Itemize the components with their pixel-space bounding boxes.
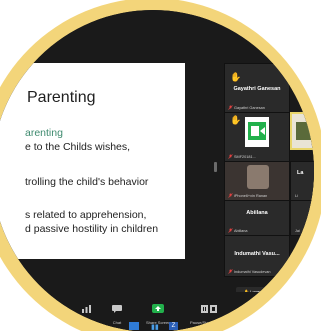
pause-stop-icon (200, 305, 217, 313)
pause-stop-label: Pause/Stop Recordin (190, 320, 228, 325)
zoom-taskbar-icon[interactable]: Z (169, 322, 178, 330)
chat-icon (112, 305, 122, 313)
muted-mic-icon (228, 228, 233, 233)
taskbar-strip: ▮▮ Z (129, 322, 189, 331)
video-feed (247, 165, 269, 189)
slide-line: d passive hostility in children (25, 223, 159, 235)
slide-title: Parenting (27, 89, 96, 106)
video-feed (296, 122, 314, 140)
raised-hand-icon: ✋ (230, 115, 242, 125)
pause-stop-recording-button[interactable]: Pause/Stop Recordin (190, 300, 228, 325)
page: Parenting arenting e to the Childs wishe… (0, 0, 321, 331)
participant-tile-partial[interactable]: La Li (290, 161, 314, 201)
participant-label: iPhone6+xin Ranan (234, 194, 268, 198)
slide-line: trolling the child's behavior (25, 176, 149, 188)
raised-hand-icon: ✋ (230, 72, 242, 82)
zoom-meeting-window: Parenting arenting e to the Childs wishe… (0, 10, 314, 331)
participant-tile-partial[interactable] (290, 112, 314, 150)
share-screen-icon (152, 304, 165, 313)
participant-label: Li (295, 194, 298, 198)
bar-chart-icon (82, 305, 91, 313)
participant-name: La (297, 170, 304, 176)
exit-sign-icon (245, 117, 269, 147)
slide-line: s related to apprehension, (25, 209, 147, 221)
participant-tile[interactable]: Indumathi Vasu... Indumathi Vasudevan (224, 235, 290, 277)
participant-label: SMF20181... (234, 155, 256, 159)
circular-crop: Parenting arenting e to the Childs wishe… (0, 10, 314, 331)
muted-mic-icon (228, 105, 233, 110)
muted-mic-icon (228, 154, 233, 159)
participant-gallery: ✋ Gayathri Ganesan Gayathri Ganesan ✋ SM… (224, 10, 314, 290)
chat-button[interactable]: Chat (112, 300, 122, 325)
participant-tile[interactable]: Abiilana Abiilana (224, 200, 290, 236)
participant-label: Abiilana (234, 229, 248, 233)
participant-tile[interactable]: ✋ SMF20181... (224, 112, 290, 162)
chat-label: Chat (112, 320, 122, 325)
participant-tile-partial[interactable]: Jai (290, 200, 314, 236)
participant-name: Abiilana (246, 210, 268, 216)
participant-label: Jai (295, 229, 300, 233)
participant-tile[interactable]: ✋ Gayathri Ganesan Gayathri Ganesan (224, 63, 290, 113)
participants-stats-button[interactable] (82, 300, 91, 318)
slide-subheading: arenting (25, 127, 63, 139)
meeting-toolbar: Chat Share Screen Pause/Stop Recordin ▮▮… (0, 292, 314, 331)
participant-tile[interactable]: iPhone6+xin Ranan (224, 161, 290, 201)
slide-line: e to the Childs wishes, (25, 141, 131, 153)
participant-label: Indumathi Vasudevan (234, 270, 271, 274)
splitter-handle[interactable] (214, 162, 217, 172)
participant-name: Gayathri Ganesan (233, 86, 281, 92)
muted-mic-icon (228, 269, 233, 274)
shared-slide: Parenting arenting e to the Childs wishe… (0, 63, 185, 259)
participant-label: Gayathri Ganesan (234, 106, 265, 110)
participant-name: Indumathi Vasu... (234, 251, 280, 257)
taskbar-app-icon[interactable] (129, 322, 139, 330)
taskbar-app-icon[interactable]: ▮▮ (151, 323, 159, 331)
muted-mic-icon (228, 193, 233, 198)
